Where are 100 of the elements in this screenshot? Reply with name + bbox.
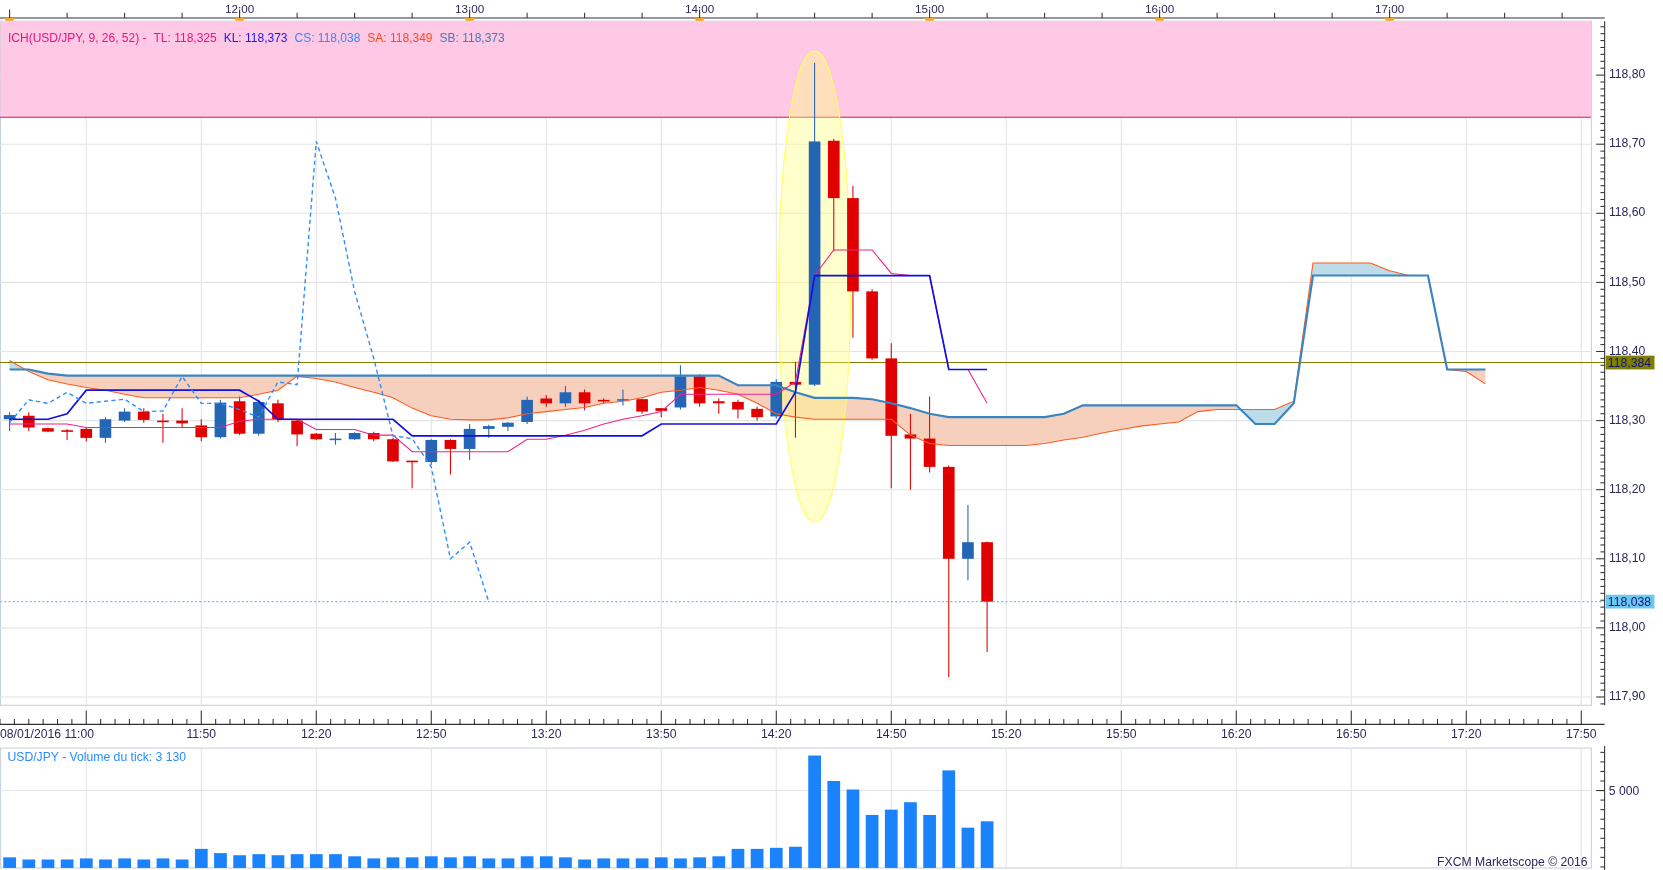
- candlestick: [176, 407, 188, 429]
- credit-text: FXCM Marketscope © 2016: [1437, 854, 1588, 869]
- axis-label: 15:50: [1106, 727, 1137, 742]
- candlestick: [99, 416, 112, 444]
- price-badge: 118,038: [1605, 594, 1655, 609]
- legend-item: TL: 118,325: [153, 30, 217, 45]
- legend-item: ICH(USD/JPY, 9, 26, 52) -: [8, 30, 147, 45]
- candlestick: [291, 418, 303, 447]
- volume-bar: [137, 859, 151, 868]
- axis-label: 14:00: [685, 1, 715, 15]
- candlestick: [521, 395, 533, 425]
- axis-label: 118,80: [1608, 67, 1646, 82]
- volume-bar: [904, 801, 917, 868]
- candlestick: [42, 426, 54, 433]
- candlestick: [310, 432, 323, 441]
- legend-item: SB: 118,373: [439, 30, 505, 45]
- candlestick: [118, 407, 131, 423]
- candlestick: [406, 460, 418, 489]
- candlestick: [559, 385, 572, 408]
- candlestick: [157, 413, 169, 444]
- volume-bar: [156, 858, 170, 868]
- candlestick: [617, 388, 629, 406]
- legend-item: KL: 118,373: [223, 30, 288, 45]
- volume-bar: [118, 858, 131, 868]
- volume-bar: [559, 856, 572, 868]
- volume-bar: [60, 859, 74, 868]
- candlestick: [578, 388, 591, 411]
- axis-label: 118,00: [1608, 620, 1646, 635]
- axis-label: 12:20: [301, 727, 332, 742]
- legend-item: CS: 118,038: [294, 30, 361, 45]
- axis-label: 08/01/2016 11:00: [0, 727, 94, 742]
- candlestick: [636, 397, 648, 415]
- volume-bar: [22, 859, 36, 868]
- volume-bar: [635, 858, 649, 868]
- axis-label: 118,10: [1608, 550, 1646, 565]
- axis-label: 117,90: [1608, 689, 1646, 704]
- axis-label: 118,40: [1608, 343, 1646, 358]
- volume-bar: [597, 858, 611, 868]
- axis-label: 118,30: [1608, 412, 1646, 427]
- axis-label: 11:50: [186, 727, 217, 742]
- candlestick: [655, 407, 668, 418]
- candlestick: [482, 424, 495, 439]
- legend-item: SA: 118,349: [367, 30, 433, 45]
- price-badge: 118,384: [1605, 355, 1655, 370]
- candlestick: [233, 395, 246, 436]
- axis-label: 118,60: [1608, 205, 1646, 220]
- axis-label: 118,20: [1608, 481, 1646, 496]
- volume-bar: [654, 856, 668, 868]
- candlestick: [329, 432, 342, 446]
- volume-bar: [923, 814, 936, 868]
- axis-label: 118,50: [1608, 274, 1646, 289]
- volume-bar: [693, 856, 706, 868]
- axis-label: 17:00: [1375, 1, 1405, 15]
- axis-label: 15:00: [915, 1, 945, 15]
- candlestick: [22, 411, 35, 432]
- axis-label: 14:20: [761, 727, 792, 742]
- volume-bar: [386, 856, 400, 868]
- axis-label: 14:50: [876, 727, 907, 742]
- axis-label: 12:50: [416, 727, 447, 742]
- candlestick: [444, 438, 457, 475]
- candlestick: [61, 428, 73, 441]
- volume-bar: [175, 859, 189, 868]
- candlestick: [195, 418, 208, 442]
- candlestick: [348, 431, 361, 441]
- volume-bar: [789, 846, 802, 868]
- axis-label: 13:20: [531, 727, 562, 742]
- candlestick: [3, 411, 16, 432]
- volume-bar: [444, 856, 457, 868]
- axis-label: 17:20: [1451, 727, 1482, 742]
- volume-bar: [367, 858, 381, 868]
- axis-label: 118,70: [1608, 136, 1646, 151]
- volume-bar: [405, 856, 419, 868]
- volume-bar: [482, 858, 496, 868]
- candlestick: [540, 394, 553, 408]
- axis-label: 15:20: [991, 727, 1022, 742]
- candlestick: [597, 397, 610, 404]
- volume-bar: [501, 858, 515, 868]
- volume-bar: [3, 856, 16, 868]
- candlestick: [751, 406, 763, 422]
- candlestick: [502, 421, 514, 432]
- axis-label: 5 000: [1608, 783, 1640, 798]
- candlestick: [272, 399, 284, 423]
- candlestick: [367, 431, 380, 442]
- axis-label: 16:50: [1336, 727, 1367, 742]
- axis-label: 16:20: [1221, 727, 1252, 742]
- candlestick: [137, 407, 150, 424]
- volume-bar: [41, 859, 55, 868]
- volume-bar: [674, 858, 687, 868]
- candlestick: [712, 397, 725, 415]
- candlestick: [674, 364, 687, 411]
- volume-bar: [79, 858, 93, 868]
- candlestick: [732, 399, 744, 420]
- axis-label: 13:00: [455, 1, 485, 15]
- volume-bar: [99, 859, 112, 868]
- axis-label: 16:00: [1145, 1, 1175, 15]
- candlestick: [387, 437, 399, 463]
- volume-bar: [578, 859, 591, 868]
- axis-label: 13:50: [646, 727, 677, 742]
- axis-label: 12:00: [225, 1, 255, 15]
- candlestick: [693, 373, 706, 408]
